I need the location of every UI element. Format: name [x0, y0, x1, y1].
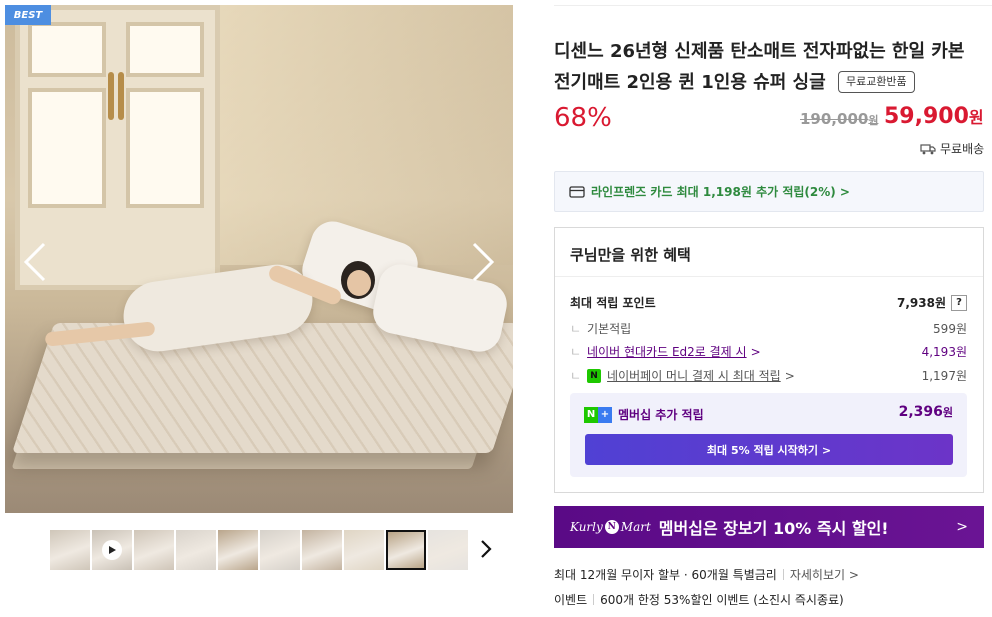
free-shipping: 무료배송: [920, 140, 984, 157]
kurly-membership-banner[interactable]: Kurly N Mart 멤버십은 장보기 10% 즉시 할인! >: [554, 506, 984, 548]
membership-value-number: 2,396: [898, 404, 943, 420]
image-thumbnail[interactable]: [260, 530, 300, 570]
thumbnail-strip: [50, 530, 468, 570]
original-price-value: 190,000: [800, 110, 869, 128]
naver-card-link[interactable]: 네이버 현대카드 Ed2로 결제 시: [587, 343, 747, 360]
logo-n: N: [604, 520, 619, 534]
installment-more-link[interactable]: 자세히보기 >: [790, 566, 859, 583]
discount-rate: 68%: [554, 103, 612, 133]
naver-card-value: 4,193원: [921, 345, 967, 359]
npay-icon: N: [587, 368, 602, 383]
chevron-right-icon: >: [784, 368, 795, 383]
membership-area: N + 멤버십 추가 적립 2,396원 최대 5% 적립 시작하기 >: [570, 393, 967, 477]
divider: [593, 594, 595, 605]
member-benefits-panel: 쿠님만을 위한 혜택 최대 적립 포인트 7,938원 ? ㄴ 기본적립 599…: [554, 227, 984, 493]
event-text: 600개 한정 53%할인 이벤트 (소진시 즉시종료): [600, 593, 844, 607]
membership-value-unit: 원: [942, 406, 953, 419]
divider: [555, 276, 983, 277]
original-price: 190,000원: [800, 110, 878, 128]
product-main-image[interactable]: [5, 5, 513, 513]
truck-icon: [920, 143, 936, 154]
corner-icon: ㄴ: [570, 322, 582, 336]
np-badge-n: N: [584, 406, 598, 423]
image-thumbnail[interactable]: [386, 530, 426, 570]
event-info: 이벤트 600개 한정 53%할인 이벤트 (소진시 즉시종료): [554, 591, 844, 608]
max-points-label: 최대 적립 포인트: [570, 296, 656, 310]
free-exchange-badge: 무료교환반품: [837, 71, 915, 93]
image-thumbnail[interactable]: [428, 530, 468, 570]
npay-value: 1,197원: [921, 369, 967, 383]
free-shipping-label: 무료배송: [940, 142, 985, 156]
installment-text: 최대 12개월 무이자 할부 · 60개월 특별금리: [554, 568, 777, 582]
image-thumbnail[interactable]: [134, 530, 174, 570]
chevron-right-icon: >: [956, 519, 968, 535]
divider: [554, 5, 992, 6]
prev-image-button[interactable]: [20, 240, 50, 284]
npay-row: ㄴ N 네이버페이 머니 결제 시 최대 적립 > 1,197원: [570, 367, 967, 384]
installment-info: 최대 12개월 무이자 할부 · 60개월 특별금리 자세히보기 >: [554, 566, 859, 583]
benefits-title: 쿠님만을 위한 혜택: [570, 246, 691, 264]
basic-points-row: ㄴ 기본적립 599원: [570, 320, 967, 337]
help-icon[interactable]: ?: [951, 294, 967, 311]
corner-icon: ㄴ: [570, 369, 582, 383]
max-points-row: 최대 적립 포인트 7,938원 ?: [570, 294, 967, 311]
kurly-banner-text: 멤버십은 장보기 10% 즉시 할인!: [658, 519, 889, 538]
membership-label: N + 멤버십 추가 적립: [584, 406, 704, 423]
membership-value: 2,396원: [899, 404, 953, 420]
basic-points-label: 기본적립: [587, 322, 632, 336]
image-thumbnail[interactable]: [176, 530, 216, 570]
max-points-value: 7,938원: [897, 296, 946, 310]
next-image-button[interactable]: [468, 240, 498, 284]
np-badge-plus: +: [598, 406, 612, 423]
credit-card-icon: [569, 185, 585, 198]
chevron-right-icon: [472, 242, 495, 282]
thumbnail-next-button[interactable]: [478, 538, 494, 560]
chevron-right-icon: >: [750, 344, 761, 359]
image-thumbnail[interactable]: [50, 530, 90, 570]
start-membership-button[interactable]: 최대 5% 적립 시작하기 >: [585, 434, 953, 465]
event-label: 이벤트: [554, 593, 588, 607]
best-badge: BEST: [5, 5, 51, 25]
membership-label-text: 멤버십 추가 적립: [618, 408, 704, 422]
sale-price-unit: 원: [968, 108, 984, 127]
original-price-unit: 원: [868, 114, 879, 127]
play-icon: [102, 540, 122, 560]
corner-icon: ㄴ: [570, 345, 582, 359]
naver-card-row: ㄴ 네이버 현대카드 Ed2로 결제 시 > 4,193원: [570, 343, 967, 360]
image-thumbnail[interactable]: [218, 530, 258, 570]
logo-mart: Mart: [620, 520, 651, 534]
npay-link[interactable]: 네이버페이 머니 결제 시 최대 적립: [607, 367, 781, 384]
card-promo-banner[interactable]: 라인프렌즈 카드 최대 1,198원 추가 적립(2%) >: [554, 171, 984, 212]
logo-kurly: Kurly: [570, 520, 603, 534]
sale-price-value: 59,900: [884, 104, 969, 129]
kurly-n-mart-logo: Kurly N Mart: [570, 520, 651, 534]
divider: [782, 569, 784, 580]
chevron-left-icon: [23, 242, 46, 282]
product-title: 디센느 26년형 신제품 탄소매트 전자파없는 한일 카본 전기매트 2인용 퀸…: [554, 36, 984, 98]
video-thumbnail[interactable]: [92, 530, 132, 570]
person-face: [347, 270, 371, 296]
card-promo-text: 라인프렌즈 카드 최대 1,198원 추가 적립(2%) >: [591, 185, 850, 199]
chevron-right-icon: [481, 540, 492, 558]
image-thumbnail[interactable]: [344, 530, 384, 570]
sale-price: 59,900원: [884, 104, 984, 129]
naver-plus-icon: N +: [584, 406, 612, 423]
basic-points-value: 599원: [933, 322, 967, 336]
image-thumbnail[interactable]: [302, 530, 342, 570]
